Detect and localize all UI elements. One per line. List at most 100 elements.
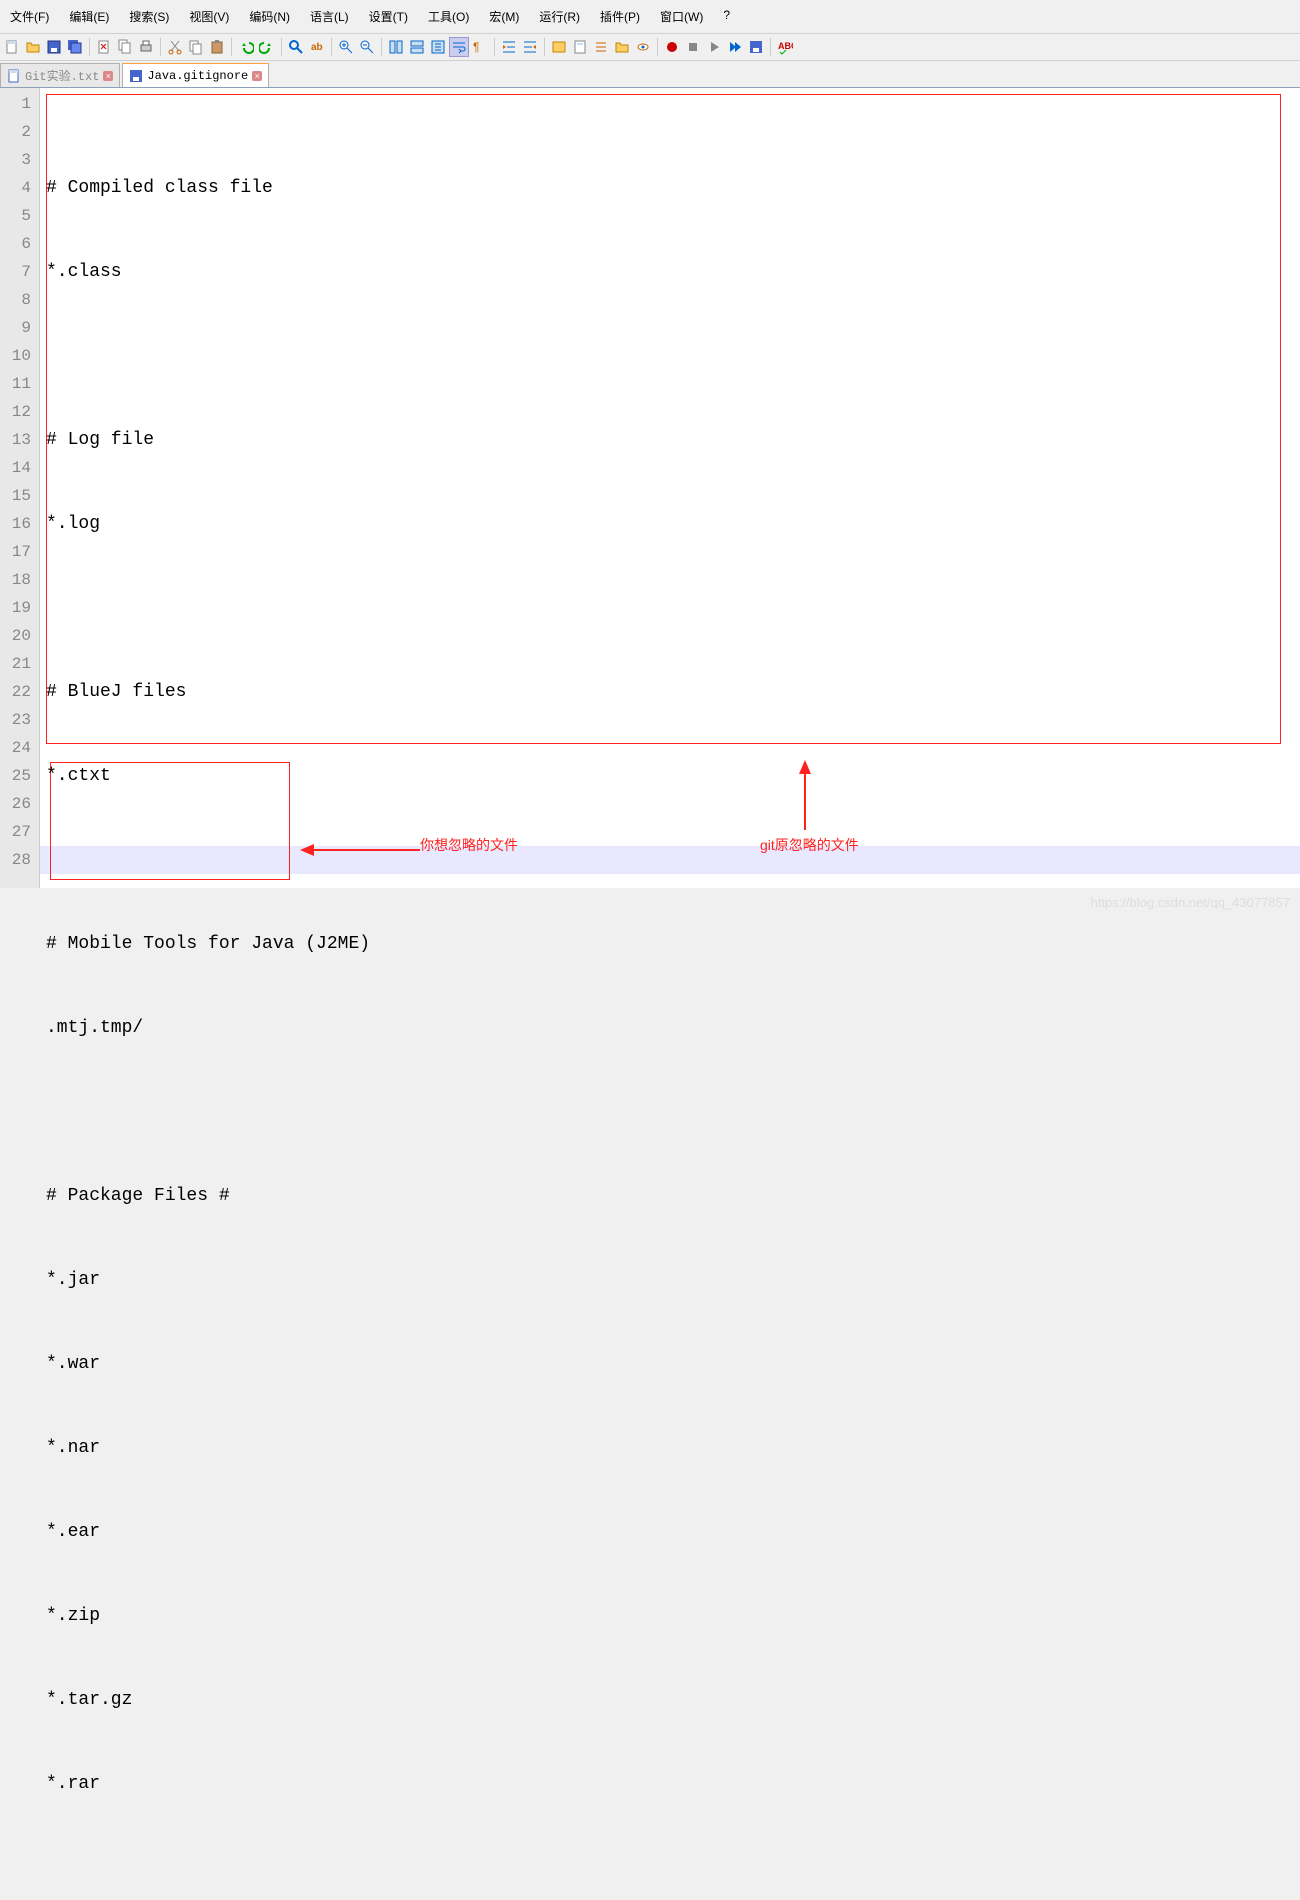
line-number: 10 — [4, 342, 31, 370]
find-icon[interactable] — [286, 37, 306, 57]
code-line: *.ctxt — [46, 762, 1300, 790]
line-number: 17 — [4, 538, 31, 566]
separator-icon — [231, 38, 232, 56]
code-area[interactable]: # Compiled class file *.class # Log file… — [40, 88, 1300, 888]
replace-icon[interactable]: ab — [307, 37, 327, 57]
menu-plugins[interactable]: 插件(P) — [590, 4, 650, 29]
separator-icon — [657, 38, 658, 56]
menu-file[interactable]: 文件(F) — [0, 4, 59, 29]
toolbar: ab ¶ ABC — [0, 34, 1300, 61]
code-line: # Package Files # — [46, 1182, 1300, 1210]
menu-window[interactable]: 窗口(W) — [650, 4, 713, 29]
save-macro-icon[interactable] — [746, 37, 766, 57]
line-number: 23 — [4, 706, 31, 734]
monitor-icon[interactable] — [633, 37, 653, 57]
line-number: 26 — [4, 790, 31, 818]
menu-language[interactable]: 语言(L) — [300, 4, 359, 29]
code-line: *.jar — [46, 1266, 1300, 1294]
sync-scroll-icon[interactable] — [428, 37, 448, 57]
code-line: # BlueJ files — [46, 678, 1300, 706]
spellcheck-icon[interactable]: ABC — [775, 37, 795, 57]
folder-icon[interactable] — [612, 37, 632, 57]
new-file-icon[interactable] — [2, 37, 22, 57]
cut-icon[interactable] — [165, 37, 185, 57]
line-number: 18 — [4, 566, 31, 594]
file-icon — [7, 69, 21, 83]
separator-icon — [381, 38, 382, 56]
doc-map-icon[interactable] — [570, 37, 590, 57]
menu-search[interactable]: 搜索(S) — [119, 4, 179, 29]
print-icon[interactable] — [136, 37, 156, 57]
tab-git-experiment[interactable]: Git实验.txt × — [0, 63, 120, 87]
line-number: 19 — [4, 594, 31, 622]
line-number: 25 — [4, 762, 31, 790]
open-file-icon[interactable] — [23, 37, 43, 57]
close-tab-icon[interactable]: × — [103, 71, 113, 81]
line-number: 11 — [4, 370, 31, 398]
play-multi-icon[interactable] — [725, 37, 745, 57]
save-all-icon[interactable] — [65, 37, 85, 57]
close-all-icon[interactable] — [115, 37, 135, 57]
menu-view[interactable]: 视图(V) — [179, 4, 239, 29]
menu-run[interactable]: 运行(R) — [529, 4, 590, 29]
menu-encoding[interactable]: 编码(N) — [239, 4, 300, 29]
code-line: *.tar.gz — [46, 1686, 1300, 1714]
line-number: 22 — [4, 678, 31, 706]
func-list-icon[interactable] — [591, 37, 611, 57]
sync-h-icon[interactable] — [407, 37, 427, 57]
line-number: 15 — [4, 482, 31, 510]
code-line: *.rar — [46, 1770, 1300, 1798]
record-macro-icon[interactable] — [662, 37, 682, 57]
menu-macro[interactable]: 宏(M) — [479, 4, 529, 29]
line-number: 14 — [4, 454, 31, 482]
line-number: 20 — [4, 622, 31, 650]
wordwrap-icon[interactable] — [449, 37, 469, 57]
line-number: 9 — [4, 314, 31, 342]
menu-tools[interactable]: 工具(O) — [418, 4, 479, 29]
play-macro-icon[interactable] — [704, 37, 724, 57]
tab-label: Java.gitignore — [147, 69, 248, 83]
outdent-icon[interactable] — [520, 37, 540, 57]
code-line: .mtj.tmp/ — [46, 1014, 1300, 1042]
code-line: # Log file — [46, 426, 1300, 454]
close-tab-icon[interactable]: × — [252, 71, 262, 81]
line-number: 27 — [4, 818, 31, 846]
close-icon[interactable] — [94, 37, 114, 57]
tab-label: Git实验.txt — [25, 67, 99, 84]
editor: 1234567891011121314151617181920212223242… — [0, 88, 1300, 888]
zoom-out-icon[interactable] — [357, 37, 377, 57]
menu-edit[interactable]: 编辑(E) — [59, 4, 119, 29]
separator-icon — [494, 38, 495, 56]
indent-icon[interactable] — [499, 37, 519, 57]
code-line: *.class — [46, 258, 1300, 286]
line-number: 16 — [4, 510, 31, 538]
redo-icon[interactable] — [257, 37, 277, 57]
code-line — [46, 594, 1300, 622]
line-number: 1 — [4, 90, 31, 118]
svg-text:ab: ab — [311, 42, 323, 53]
copy-icon[interactable] — [186, 37, 206, 57]
separator-icon — [89, 38, 90, 56]
save-icon — [129, 69, 143, 83]
code-line — [46, 342, 1300, 370]
show-symbols-icon[interactable]: ¶ — [470, 37, 490, 57]
undo-icon[interactable] — [236, 37, 256, 57]
folder-view-icon[interactable] — [549, 37, 569, 57]
separator-icon — [331, 38, 332, 56]
menu-help[interactable]: ? — [713, 4, 740, 29]
svg-text:ABC: ABC — [778, 41, 793, 51]
code-line: *.war — [46, 1350, 1300, 1378]
sync-v-icon[interactable] — [386, 37, 406, 57]
zoom-in-icon[interactable] — [336, 37, 356, 57]
code-line: # Mobile Tools for Java (J2ME) — [46, 930, 1300, 958]
stop-macro-icon[interactable] — [683, 37, 703, 57]
paste-icon[interactable] — [207, 37, 227, 57]
svg-text:¶: ¶ — [473, 40, 479, 54]
code-line: *.nar — [46, 1434, 1300, 1462]
code-line: *.log — [46, 510, 1300, 538]
line-number: 21 — [4, 650, 31, 678]
tab-java-gitignore[interactable]: Java.gitignore × — [122, 63, 269, 87]
menu-settings[interactable]: 设置(T) — [359, 4, 418, 29]
tab-bar: Git实验.txt × Java.gitignore × — [0, 61, 1300, 88]
save-icon[interactable] — [44, 37, 64, 57]
